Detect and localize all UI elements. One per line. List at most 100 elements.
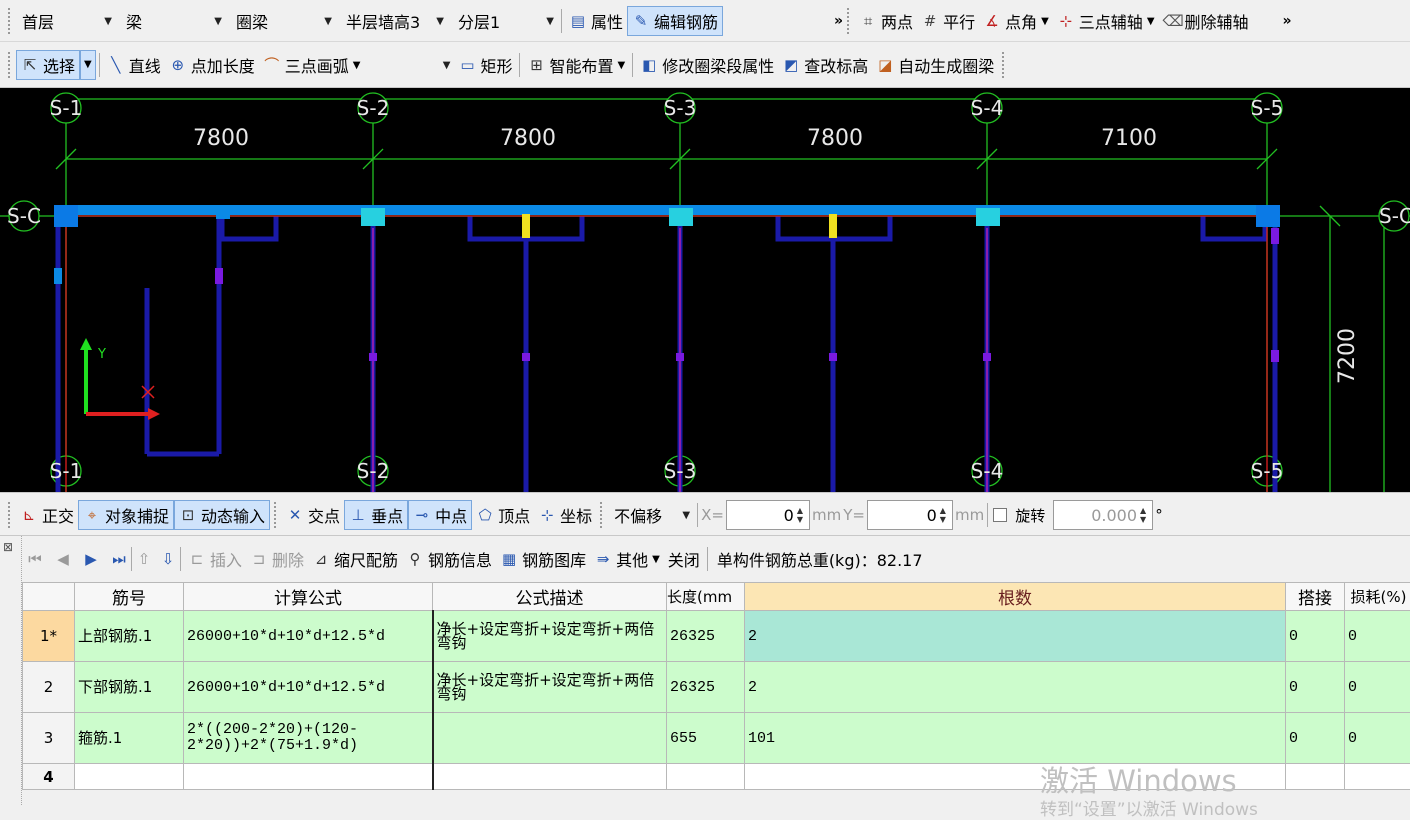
auto-generate-button[interactable]: ◪自动生成圈梁 — [872, 50, 998, 80]
close-button[interactable]: 关闭 — [664, 544, 704, 574]
wall-select[interactable]: 半层墙高3▼ — [340, 7, 448, 35]
last-record-icon[interactable]: ⏭ — [110, 550, 128, 568]
spinner-icon[interactable]: ▲▼ — [1140, 506, 1146, 524]
cell-length[interactable]: 26325 — [667, 662, 745, 713]
rect-button[interactable]: ▭矩形 — [454, 50, 516, 80]
delete-button[interactable]: ⊐删除 — [246, 544, 308, 574]
offset-select[interactable]: 不偏移▼ — [608, 501, 694, 529]
toolbar-grip[interactable] — [600, 502, 604, 528]
prev-record-icon[interactable]: ◀ — [54, 550, 72, 568]
y-input[interactable]: 0▲▼ — [867, 500, 953, 530]
column-header[interactable]: 损耗(%) — [1345, 583, 1410, 611]
column-header[interactable]: 根数 — [745, 583, 1286, 611]
two-points-axis-button[interactable]: ⌗两点 — [855, 6, 917, 36]
cell-count[interactable]: 2 — [745, 662, 1286, 713]
cell-count[interactable]: 2 — [745, 611, 1286, 662]
rotate-input[interactable]: 0.000▲▼ — [1053, 500, 1153, 530]
cell-lap[interactable] — [1286, 764, 1345, 790]
spinner-icon[interactable]: ▲▼ — [797, 506, 803, 524]
insert-button[interactable]: ⊏插入 — [184, 544, 246, 574]
move-up-icon[interactable]: ⇧ — [135, 550, 153, 568]
cell-count[interactable]: 101 — [745, 713, 1286, 764]
layer-select[interactable]: 分层1▼ — [452, 7, 558, 35]
check-elevation-button[interactable]: ◩查改标高 — [778, 50, 872, 80]
cell-length[interactable] — [667, 764, 745, 790]
component-select[interactable]: 梁▼ — [120, 7, 226, 35]
x-input[interactable]: 0▲▼ — [726, 500, 810, 530]
three-point-axis-button[interactable]: ⊹三点辅轴▼ — [1053, 6, 1159, 36]
panel-pin-icon[interactable]: ⊠ — [3, 540, 13, 554]
line-button[interactable]: ╲直线 — [103, 50, 165, 80]
scale-rebar-button[interactable]: ⊿缩尺配筋 — [308, 544, 402, 574]
cell-description[interactable] — [433, 764, 667, 790]
cell-loss[interactable]: 0 — [1345, 662, 1410, 713]
move-down-icon[interactable]: ⇩ — [159, 550, 177, 568]
midpoint-snap[interactable]: ⊸中点 — [408, 500, 472, 530]
row-number[interactable]: 3 — [23, 713, 75, 764]
rebar-info-button[interactable]: ⚲钢筋信息 — [402, 544, 496, 574]
object-snap-toggle[interactable]: ⌖对象捕捉 — [78, 500, 174, 530]
column-header[interactable]: 搭接 — [1286, 583, 1345, 611]
arc-option-select[interactable]: ▼ — [370, 51, 454, 79]
drawing-canvas[interactable]: Y S-1 S-2 S-3 S-4 S-5 S-1 S-2 S-3 S-4 S-… — [0, 88, 1410, 492]
cell-description[interactable]: 净长+设定弯折+设定弯折+两倍弯钩 — [433, 611, 667, 662]
toolbar-grip[interactable] — [8, 502, 12, 528]
property-button[interactable]: ▤属性 — [565, 6, 627, 36]
cell-formula[interactable]: 2*((200-2*20)+(120-2*20))+2*(75+1.9*d) — [184, 713, 433, 764]
modify-segment-button[interactable]: ◧修改圈梁段属性 — [636, 50, 778, 80]
parallel-axis-button[interactable]: #平行 — [917, 6, 979, 36]
other-button[interactable]: ⇛其他▼ — [590, 544, 664, 574]
point-angle-axis-button[interactable]: ∡点角▼ — [979, 6, 1053, 36]
overflow-icon[interactable]: » — [834, 13, 843, 29]
cell-formula[interactable]: 26000+10*d+10*d+12.5*d — [184, 611, 433, 662]
panel-grip[interactable]: ⊠ — [0, 536, 22, 805]
row-number[interactable]: 2 — [23, 662, 75, 713]
perpendicular-snap[interactable]: ⊥垂点 — [344, 500, 408, 530]
first-record-icon[interactable]: ⏮ — [26, 550, 44, 568]
table-row[interactable]: 3 箍筋.1 2*((200-2*20)+(120-2*20))+2*(75+1… — [23, 713, 1410, 764]
cell-name[interactable] — [75, 764, 184, 790]
table-row[interactable]: 1* 上部钢筋.1 26000+10*d+10*d+12.5*d 净长+设定弯折… — [23, 611, 1410, 662]
select-dropdown[interactable]: ▼ — [80, 50, 96, 80]
cell-loss[interactable] — [1345, 764, 1410, 790]
cell-loss[interactable]: 0 — [1345, 611, 1410, 662]
smart-layout-button[interactable]: ⊞智能布置▼ — [523, 50, 629, 80]
toolbar-grip[interactable] — [847, 8, 851, 34]
point-length-button[interactable]: ⊕点加长度 — [165, 50, 259, 80]
toolbar-grip[interactable] — [8, 8, 12, 34]
cell-lap[interactable]: 0 — [1286, 713, 1345, 764]
column-header[interactable]: 筋号 — [75, 583, 184, 611]
cell-name[interactable]: 箍筋.1 — [75, 713, 184, 764]
column-header[interactable]: 公式描述 — [433, 583, 667, 611]
ortho-toggle[interactable]: ⊾正交 — [16, 500, 78, 530]
edit-rebar-button[interactable]: ✎编辑钢筋 — [627, 6, 723, 36]
rotate-checkbox[interactable] — [993, 508, 1007, 522]
dynamic-input-toggle[interactable]: ⊡动态输入 — [174, 500, 270, 530]
cell-formula[interactable] — [184, 764, 433, 790]
row-number[interactable]: 4 — [23, 764, 75, 790]
row-number[interactable]: 1* — [23, 611, 75, 662]
spinner-icon[interactable]: ▲▼ — [940, 506, 946, 524]
cell-formula[interactable]: 26000+10*d+10*d+12.5*d — [184, 662, 433, 713]
type-select[interactable]: 圈梁▼ — [230, 7, 336, 35]
cell-name[interactable]: 上部钢筋.1 — [75, 611, 184, 662]
toolbar-grip[interactable] — [8, 52, 12, 78]
column-header[interactable]: 计算公式 — [184, 583, 433, 611]
delete-axis-button[interactable]: ⌫删除辅轴 — [1159, 6, 1253, 36]
column-header[interactable]: 长度(mm — [667, 583, 745, 611]
cell-description[interactable] — [433, 713, 667, 764]
toolbar-grip[interactable] — [274, 502, 278, 528]
select-button[interactable]: ⇱选择 — [16, 50, 80, 80]
cell-length[interactable]: 26325 — [667, 611, 745, 662]
table-row[interactable]: 2 下部钢筋.1 26000+10*d+10*d+12.5*d 净长+设定弯折+… — [23, 662, 1410, 713]
rebar-library-button[interactable]: ▦钢筋图库 — [496, 544, 590, 574]
intersect-snap[interactable]: ✕交点 — [282, 500, 344, 530]
cell-length[interactable]: 655 — [667, 713, 745, 764]
vertex-snap[interactable]: ⬠顶点 — [472, 500, 534, 530]
cell-name[interactable]: 下部钢筋.1 — [75, 662, 184, 713]
cell-lap[interactable]: 0 — [1286, 662, 1345, 713]
toolbar-grip[interactable] — [1002, 52, 1006, 78]
cell-description[interactable]: 净长+设定弯折+设定弯折+两倍弯钩 — [433, 662, 667, 713]
cell-lap[interactable]: 0 — [1286, 611, 1345, 662]
three-point-arc-button[interactable]: ⌒三点画弧▼ — [259, 50, 365, 80]
